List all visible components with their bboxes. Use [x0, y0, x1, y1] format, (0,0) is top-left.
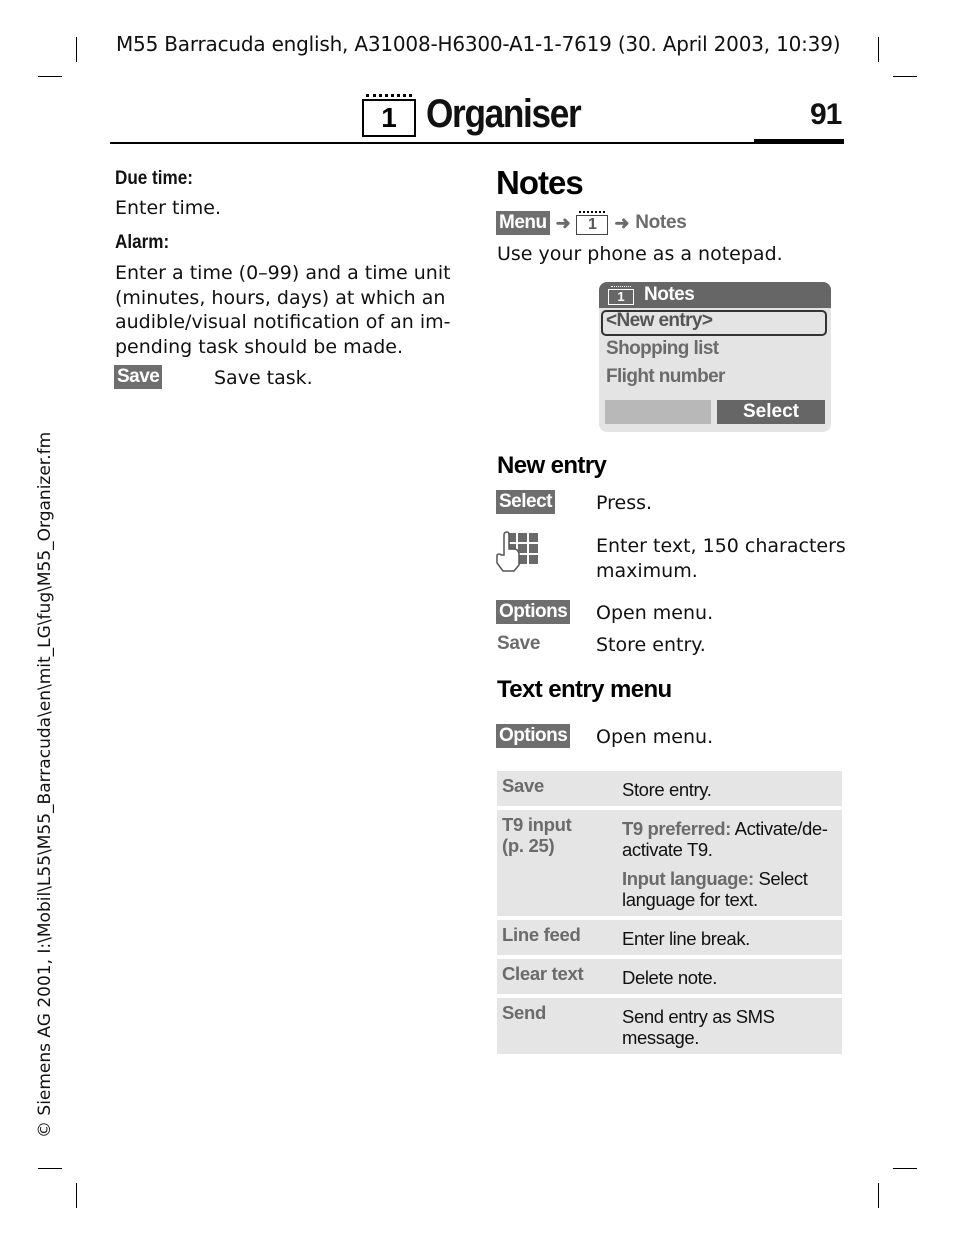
notes-intro: Use your phone as a notepad.	[497, 243, 783, 265]
arrow-icon: ➜	[555, 212, 571, 233]
input-language-text: Select	[753, 868, 808, 889]
option-description: Enter line break.	[622, 928, 750, 949]
phone-title-bar: 1 Notes	[599, 282, 831, 308]
save-softkey-label: Save	[114, 365, 163, 389]
options-softkey-label: Options	[496, 724, 571, 748]
option-clear-text[interactable]: Clear text	[502, 963, 622, 988]
option-description: Delete note.	[622, 967, 717, 988]
input-language-text: language for text.	[622, 889, 758, 910]
chapter-title-block: 1 Organiser	[362, 92, 601, 137]
breadcrumb: Menu ➜ 1 ➜ Notes	[496, 211, 687, 235]
option-save[interactable]: Save	[502, 775, 622, 800]
description-line: Send entry as SMS	[622, 1006, 775, 1027]
table-row: Save Store entry.	[497, 771, 842, 806]
option-description: Store entry.	[622, 779, 712, 800]
crop-mark	[878, 1183, 879, 1208]
open-menu-text: Open menu.	[596, 726, 714, 748]
store-entry-text: Store entry.	[596, 634, 706, 656]
phone-list-item-new-entry[interactable]: <New entry>	[606, 310, 713, 332]
option-description: Send entry as SMS message.	[622, 1002, 837, 1048]
select-softkey[interactable]: Select	[496, 490, 555, 514]
table-row: T9 input (p. 25) T9 preferred: Activate/…	[497, 810, 842, 916]
save-menu-item[interactable]: Save	[497, 633, 540, 655]
save-task-text: Save task.	[214, 367, 313, 389]
alarm-text-line: Enter a time (0–99) and a time unit	[115, 262, 451, 284]
table-row: Send Send entry as SMS message.	[497, 998, 842, 1054]
crop-mark	[38, 1168, 62, 1169]
alarm-text-line: pending task should be made.	[115, 335, 404, 358]
enter-text-line: maximum.	[596, 559, 698, 582]
enter-text-line: Enter text, 150 characters	[596, 535, 846, 557]
table-row: Clear text Delete note.	[497, 959, 842, 994]
options-softkey[interactable]: Options	[496, 724, 571, 748]
crop-mark	[893, 76, 917, 77]
option-line: (p. 25)	[502, 835, 555, 856]
t9-preferred-label: T9 preferred:	[622, 818, 731, 839]
alarm-text-line: (minutes, hours, days) at which an	[115, 286, 446, 309]
header-rule	[110, 142, 754, 144]
select-softkey-label: Select	[496, 490, 555, 514]
crop-mark	[76, 37, 77, 62]
breadcrumb-target: Notes	[635, 212, 687, 233]
due-time-text: Enter time.	[115, 197, 222, 219]
open-menu-text: Open menu.	[596, 602, 714, 624]
option-description: T9 preferred: Activate/de- activate T9. …	[622, 814, 837, 910]
options-softkey[interactable]: Options	[496, 600, 571, 624]
menu-softkey[interactable]: Menu	[496, 211, 550, 235]
phone-title: Notes	[644, 284, 695, 305]
new-entry-press-text: Press.	[596, 492, 653, 514]
page-number: 91	[810, 98, 842, 131]
alarm-label: Alarm:	[115, 232, 170, 253]
phone-list-item-flight-number[interactable]: Flight number	[606, 366, 725, 388]
input-language-label: Input language:	[622, 868, 754, 889]
save-softkey[interactable]: Save	[114, 365, 163, 389]
notes-heading: Notes	[496, 164, 584, 201]
phone-softkey-select[interactable]: Select	[717, 400, 825, 424]
options-table: Save Store entry. T9 input (p. 25) T9 pr…	[497, 771, 842, 1058]
phone-softkey-left[interactable]	[605, 400, 711, 424]
crop-mark	[893, 1168, 917, 1169]
calendar-icon: 1	[576, 211, 609, 235]
description-line: message.	[622, 1027, 700, 1048]
alarm-text-line: audible/visual notification of an im-	[115, 311, 451, 333]
t9-preferred-text: activate T9.	[622, 839, 713, 860]
keypad-hand-icon	[495, 531, 539, 575]
phone-list-item-shopping-list[interactable]: Shopping list	[606, 338, 719, 360]
phone-screen: 1 Notes <New entry> Shopping list Flight…	[599, 282, 831, 432]
option-line-feed[interactable]: Line feed	[502, 924, 622, 949]
t9-preferred-text: Activate/de-	[730, 818, 828, 839]
crop-mark	[76, 1183, 77, 1208]
new-entry-heading: New entry	[497, 452, 607, 479]
chapter-title: Organiser	[426, 92, 582, 136]
calendar-icon: 1	[608, 285, 634, 305]
due-time-label: Due time:	[115, 168, 193, 189]
option-line: T9 input	[502, 814, 572, 835]
alarm-text: Enter a time (0–99) and a time unit (min…	[115, 261, 451, 359]
arrow-icon: ➜	[614, 212, 630, 233]
enter-text-description: Enter text, 150 characters maximum.	[596, 534, 846, 583]
table-row: Line feed Enter line break.	[497, 920, 842, 955]
options-softkey-label: Options	[496, 600, 571, 624]
header-rule-thick	[754, 139, 844, 144]
calendar-icon-number: 1	[381, 101, 397, 133]
file-path-note: © Siemens AG 2001, I:\Mobil\L55\M55_Barr…	[35, 431, 55, 1138]
document-info: M55 Barracuda english, A31008-H6300-A1-1…	[116, 32, 841, 56]
crop-mark	[878, 37, 879, 62]
crop-mark	[38, 76, 62, 77]
text-entry-menu-heading: Text entry menu	[497, 676, 672, 703]
option-t9-input[interactable]: T9 input (p. 25)	[502, 814, 622, 910]
calendar-icon-number: 1	[587, 216, 597, 233]
option-send[interactable]: Send	[502, 1002, 622, 1048]
calendar-icon: 1	[362, 93, 416, 137]
